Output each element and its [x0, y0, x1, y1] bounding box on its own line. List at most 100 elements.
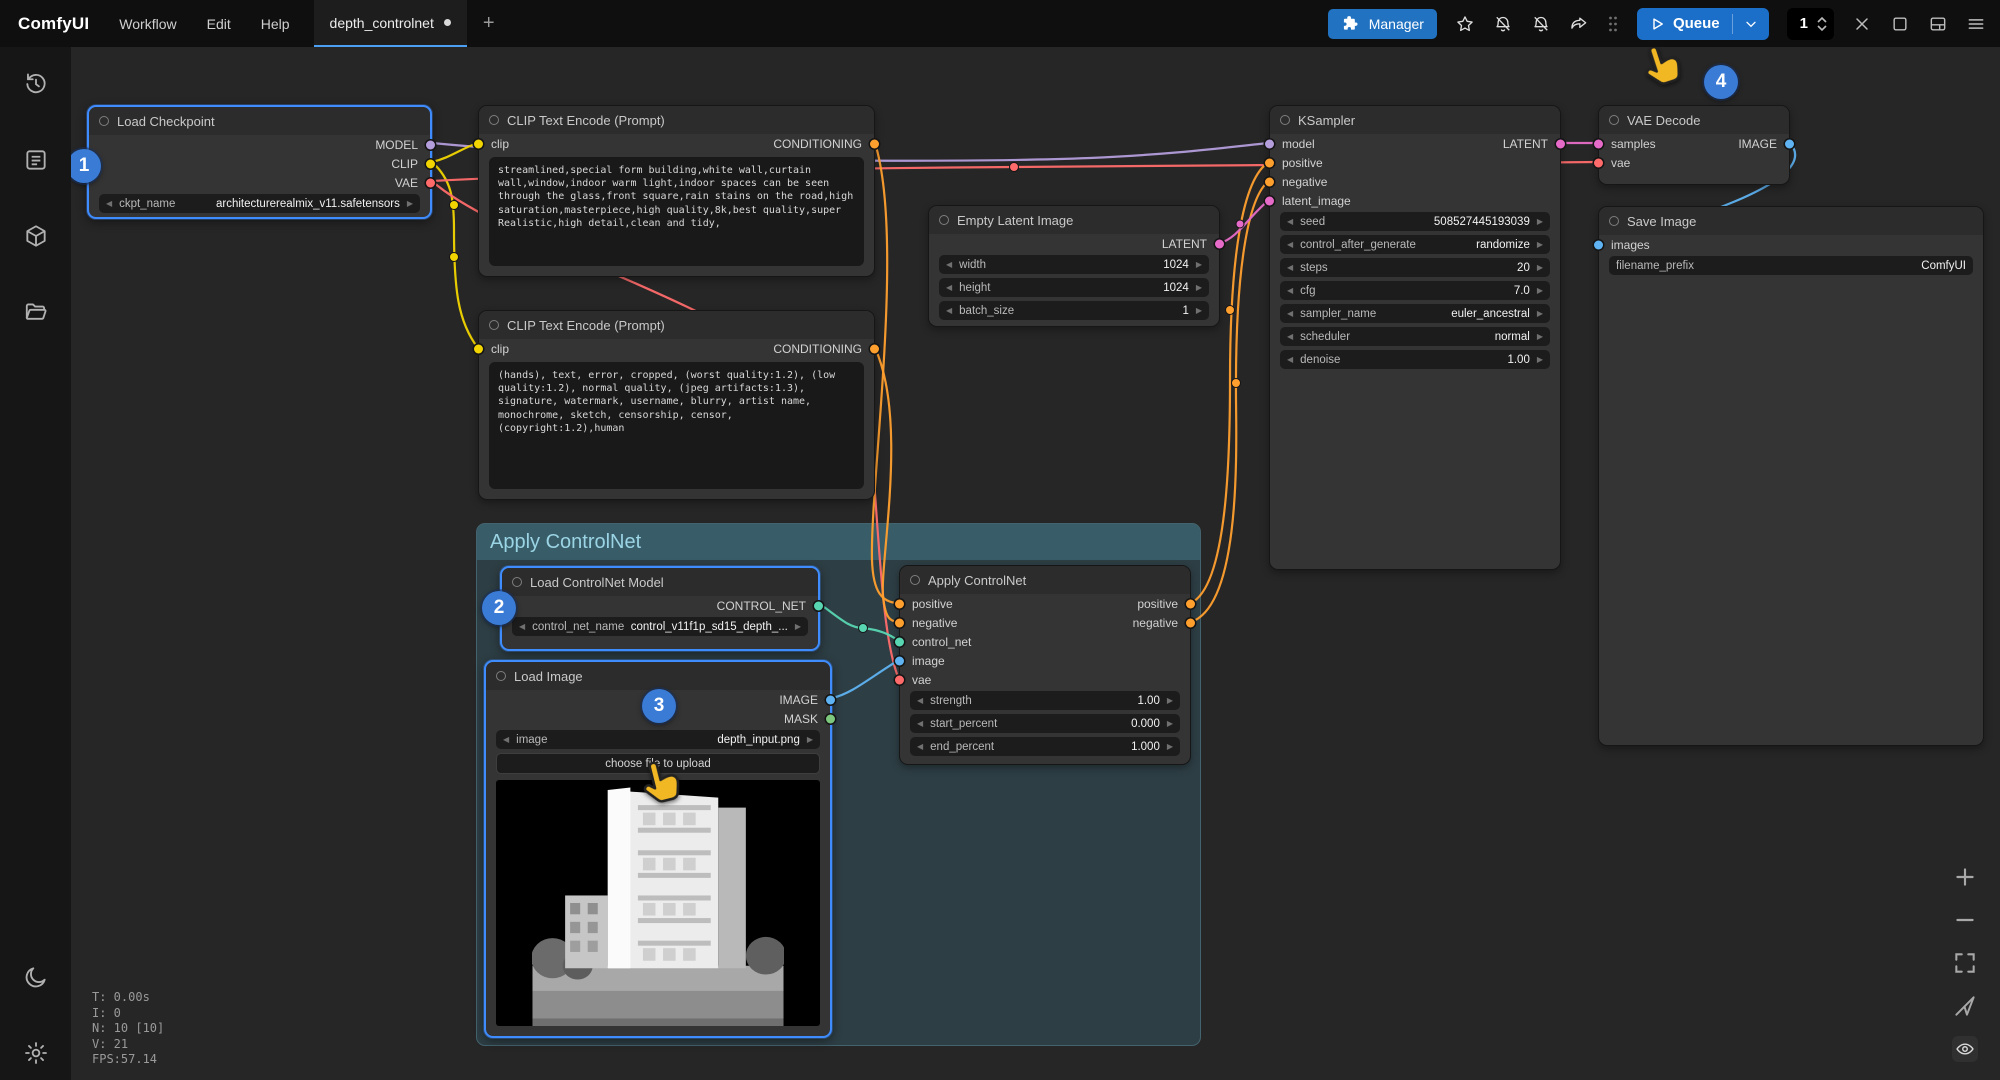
collapse-dot-icon[interactable]	[512, 577, 522, 587]
input-slot-image[interactable]	[895, 656, 904, 665]
collapse-dot-icon[interactable]	[489, 320, 499, 330]
decrement-arrow-icon[interactable]	[1287, 355, 1293, 364]
widget-control-after-generate[interactable]: control_after_generaterandomize	[1280, 235, 1550, 254]
prompt-textarea[interactable]: streamlined,special form building,white …	[489, 157, 864, 266]
output-slot-negative[interactable]	[1186, 618, 1195, 627]
decrement-arrow-icon[interactable]	[917, 719, 923, 728]
widget-steps[interactable]: steps20	[1280, 258, 1550, 277]
collapse-dot-icon[interactable]	[1280, 115, 1290, 125]
increment-arrow-icon[interactable]	[1196, 306, 1202, 315]
input-slot-latent-image[interactable]	[1265, 196, 1274, 205]
manager-button[interactable]: Manager	[1328, 9, 1437, 39]
increment-arrow-icon[interactable]	[1167, 696, 1173, 705]
decrement-arrow-icon[interactable]	[946, 260, 952, 269]
output-slot-image[interactable]	[1785, 139, 1794, 148]
group-title[interactable]: Apply ControlNet	[477, 524, 1200, 560]
collapse-dot-icon[interactable]	[910, 575, 920, 585]
input-slot-samples[interactable]	[1594, 139, 1603, 148]
select-cursor-icon[interactable]	[1952, 993, 1978, 1019]
output-slot-clip[interactable]	[426, 159, 435, 168]
decrement-arrow-icon[interactable]	[917, 742, 923, 751]
input-slot-model[interactable]	[1265, 139, 1274, 148]
output-slot-image[interactable]	[826, 695, 835, 704]
star-icon[interactable]	[1455, 14, 1475, 34]
widget-start-percent[interactable]: start_percent0.000	[910, 714, 1180, 733]
folder-icon[interactable]	[23, 299, 49, 325]
models-box-icon[interactable]	[23, 223, 49, 249]
input-slot-clip[interactable]	[474, 344, 483, 353]
notification-muted-icon[interactable]	[1493, 14, 1513, 34]
increment-arrow-icon[interactable]	[1537, 355, 1543, 364]
widget-batch-size[interactable]: batch_size1	[939, 301, 1209, 320]
input-slot-control-net[interactable]	[895, 637, 904, 646]
chevron-down-icon[interactable]	[1743, 16, 1759, 32]
maximize-icon[interactable]	[1890, 14, 1910, 34]
collapse-dot-icon[interactable]	[1609, 115, 1619, 125]
input-slot-vae[interactable]	[1594, 158, 1603, 167]
increment-arrow-icon[interactable]	[407, 199, 413, 208]
decrement-arrow-icon[interactable]	[1287, 217, 1293, 226]
input-slot-images[interactable]	[1594, 240, 1603, 249]
decrement-arrow-icon[interactable]	[1287, 286, 1293, 295]
node-save-image[interactable]: Save Image images filename_prefix ComfyU…	[1598, 206, 1984, 746]
batch-count-stepper[interactable]: 1	[1787, 8, 1834, 40]
output-slot-vae[interactable]	[426, 178, 435, 187]
collapse-dot-icon[interactable]	[496, 671, 506, 681]
collapse-dot-icon[interactable]	[99, 116, 109, 126]
node-apply-controlnet[interactable]: Apply ControlNet positive positive negat…	[899, 565, 1191, 765]
node-load-controlnet-model[interactable]: Load ControlNet Model CONTROL_NET contro…	[500, 566, 820, 651]
input-slot-clip[interactable]	[474, 139, 483, 148]
collapse-dot-icon[interactable]	[939, 215, 949, 225]
menu-edit[interactable]: Edit	[207, 16, 231, 32]
node-clip-text-encode-positive[interactable]: CLIP Text Encode (Prompt) clip CONDITION…	[478, 105, 875, 277]
node-load-checkpoint[interactable]: Load Checkpoint MODEL CLIP VAE ckpt_name…	[87, 105, 432, 219]
decrement-arrow-icon[interactable]	[1287, 332, 1293, 341]
input-slot-positive[interactable]	[895, 599, 904, 608]
increment-arrow-icon[interactable]	[795, 622, 801, 631]
node-ksampler[interactable]: KSampler model LATENT positive negative …	[1269, 105, 1561, 570]
output-slot-conditioning[interactable]	[870, 344, 879, 353]
menu-help[interactable]: Help	[261, 16, 290, 32]
increment-arrow-icon[interactable]	[1537, 309, 1543, 318]
input-slot-negative[interactable]	[1265, 177, 1274, 186]
history-icon[interactable]	[23, 71, 49, 97]
hamburger-menu-icon[interactable]	[1966, 14, 1986, 34]
increment-arrow-icon[interactable]	[1167, 719, 1173, 728]
node-canvas[interactable]: Apply ControlNet Load Checkpoint MOD	[0, 0, 2000, 1080]
decrement-arrow-icon[interactable]	[946, 283, 952, 292]
panel-layout-icon[interactable]	[1928, 14, 1948, 34]
widget-scheduler[interactable]: schedulernormal	[1280, 327, 1550, 346]
widget-control-net-name[interactable]: control_net_name control_v11f1p_sd15_dep…	[512, 617, 808, 636]
fit-view-icon[interactable]	[1952, 950, 1978, 976]
output-slot-control-net[interactable]	[814, 601, 823, 610]
decrement-arrow-icon[interactable]	[1287, 263, 1293, 272]
node-clip-text-encode-negative[interactable]: CLIP Text Encode (Prompt) clip CONDITION…	[478, 310, 875, 500]
toggle-visibility-eye-icon[interactable]	[1952, 1036, 1978, 1062]
collapse-dot-icon[interactable]	[1609, 216, 1619, 226]
widget-height[interactable]: height1024	[939, 278, 1209, 297]
widget-strength[interactable]: strength1.00	[910, 691, 1180, 710]
chevron-up-icon[interactable]	[1817, 16, 1827, 23]
drag-grip-icon[interactable]	[1607, 15, 1619, 33]
increment-arrow-icon[interactable]	[1167, 742, 1173, 751]
prompt-textarea[interactable]: (hands), text, error, cropped, (worst qu…	[489, 362, 864, 489]
widget-denoise[interactable]: denoise1.00	[1280, 350, 1550, 369]
widget-filename-prefix[interactable]: filename_prefix ComfyUI	[1609, 256, 1973, 275]
widget-sampler-name[interactable]: sampler_nameeuler_ancestral	[1280, 304, 1550, 323]
output-slot-latent[interactable]	[1215, 239, 1224, 248]
decrement-arrow-icon[interactable]	[503, 735, 509, 744]
new-workflow-tab-button[interactable]	[483, 12, 495, 35]
increment-arrow-icon[interactable]	[1196, 260, 1202, 269]
workflow-tab[interactable]: depth_controlnet	[314, 0, 467, 47]
output-slot-latent[interactable]	[1556, 139, 1565, 148]
increment-arrow-icon[interactable]	[1537, 332, 1543, 341]
decrement-arrow-icon[interactable]	[519, 622, 525, 631]
increment-arrow-icon[interactable]	[1537, 217, 1543, 226]
input-slot-vae[interactable]	[895, 675, 904, 684]
zoom-in-icon[interactable]	[1952, 864, 1978, 890]
close-icon[interactable]	[1852, 14, 1872, 34]
decrement-arrow-icon[interactable]	[1287, 240, 1293, 249]
share-icon[interactable]	[1569, 14, 1589, 34]
alert-muted-icon[interactable]	[1531, 14, 1551, 34]
zoom-out-icon[interactable]	[1952, 907, 1978, 933]
